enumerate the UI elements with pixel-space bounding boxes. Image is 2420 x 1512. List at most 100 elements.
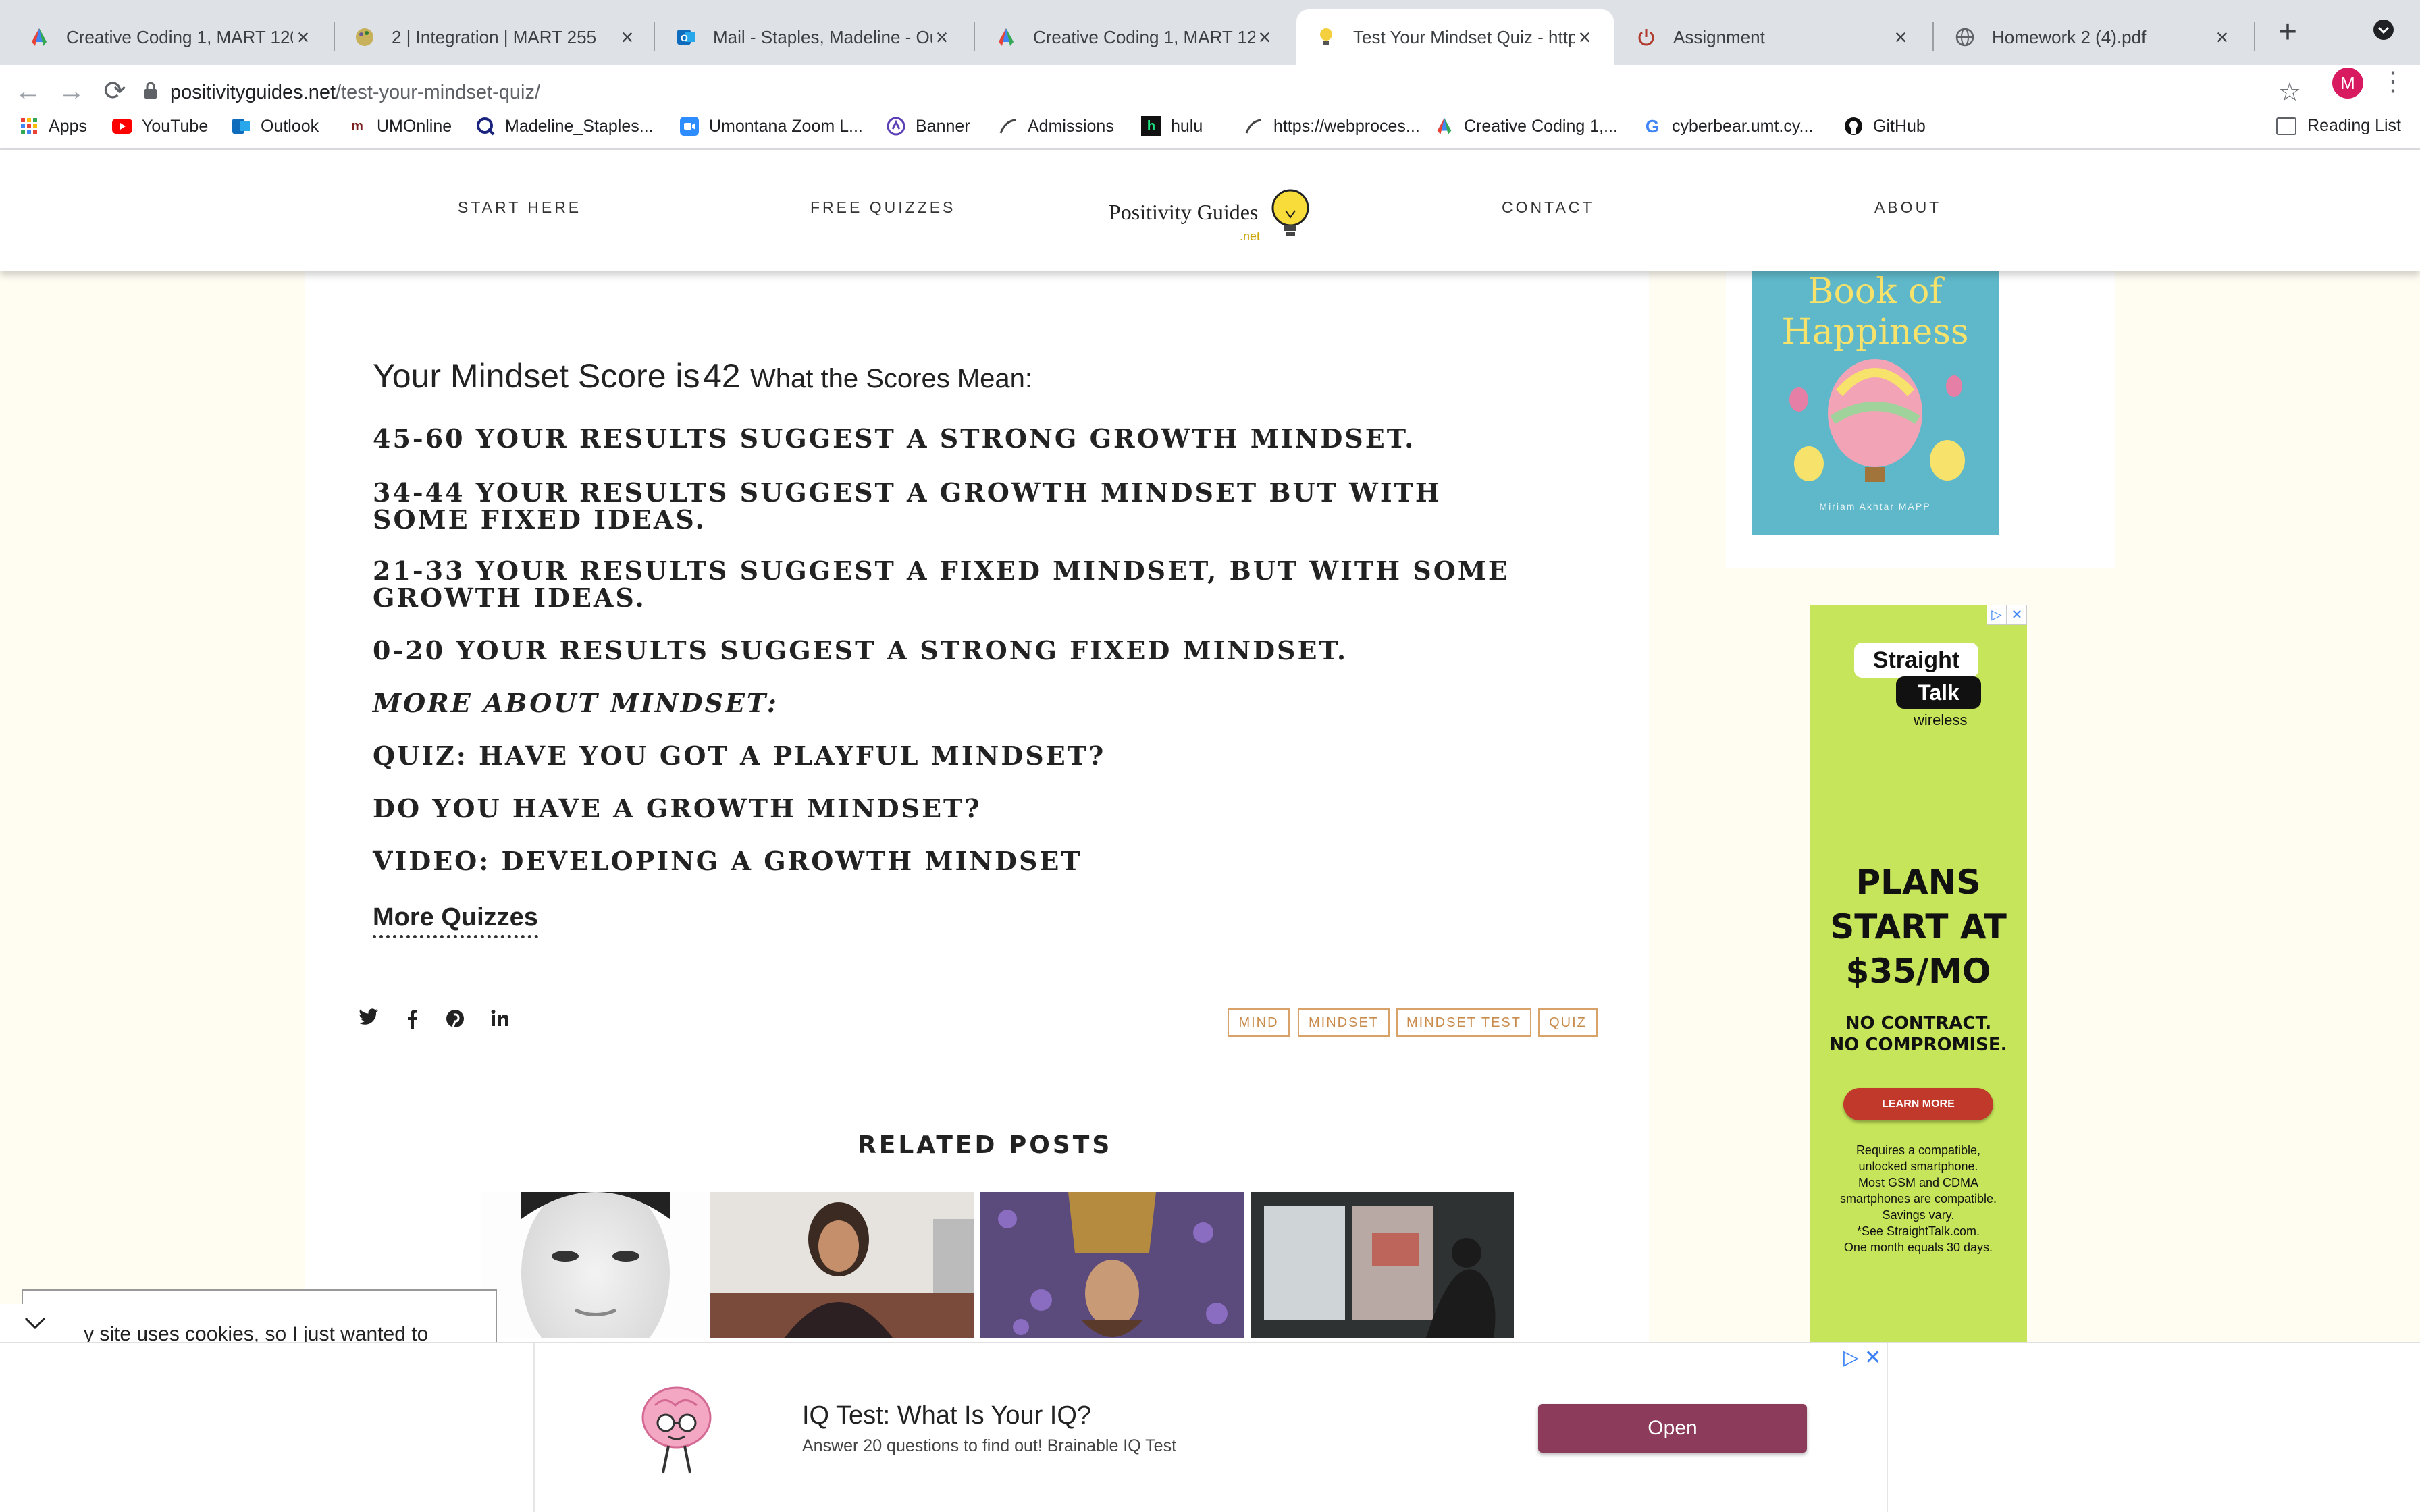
logo-suffix: .net <box>1240 230 1261 243</box>
chevron-down-icon[interactable] <box>0 1304 70 1345</box>
book-cover-image[interactable]: Book of Happiness Miriam Akhtar MAPP <box>1752 271 1999 535</box>
ad-close-icon[interactable]: ✕ <box>1864 1346 1881 1370</box>
bookmark-label: Madeline_Staples... <box>505 116 654 136</box>
youtube-icon <box>112 116 132 136</box>
brand-logo-bottom: Talk <box>1896 676 1981 709</box>
related-thumb-window[interactable] <box>1251 1192 1514 1338</box>
bookmark-label: YouTube <box>142 116 209 136</box>
bookmark-hulu[interactable]: h hulu <box>1141 116 1203 136</box>
related-thumb-lavender[interactable] <box>980 1192 1244 1338</box>
related-thumb-face[interactable] <box>481 1192 710 1338</box>
ad-choices-icon[interactable]: ▷ <box>1987 605 2007 625</box>
twitter-icon[interactable] <box>355 1008 382 1031</box>
new-tab-button[interactable]: + <box>2269 15 2307 53</box>
facebook-icon[interactable] <box>398 1008 425 1034</box>
reading-list-button[interactable]: Reading List <box>2276 116 2401 136</box>
learn-more-button[interactable]: LEARN MORE <box>1843 1088 1993 1120</box>
lightbulb-icon <box>1269 188 1311 245</box>
related-thumb-writing[interactable] <box>710 1192 974 1338</box>
nav-free-quizzes[interactable]: FREE QUIZZES <box>810 198 955 217</box>
globe-icon <box>1954 26 1976 48</box>
close-icon[interactable]: × <box>1575 25 1595 50</box>
bookmark-webprocess[interactable]: https://webproces... <box>1244 116 1420 136</box>
close-icon[interactable]: × <box>1891 25 1911 50</box>
logo-text: Positivity Guides <box>1109 200 1259 224</box>
tab-integration[interactable]: 2 | Integration | MART 255 × <box>335 9 656 65</box>
bookmark-apps[interactable]: Apps <box>19 116 87 136</box>
linkedin-icon[interactable] <box>486 1008 513 1033</box>
tag-mind[interactable]: MIND <box>1228 1008 1290 1037</box>
fine-print-line: Savings vary. <box>1882 1208 1955 1222</box>
straight-talk-ad[interactable]: ▷ ✕ Straight Talk wireless PLANS START A… <box>1810 605 2027 1343</box>
bookmark-youtube[interactable]: YouTube <box>112 116 208 136</box>
tab-homework-pdf[interactable]: Homework 2 (4).pdf × <box>1935 9 2251 65</box>
tab-mindset-quiz[interactable]: Test Your Mindset Quiz - https × <box>1296 9 1614 65</box>
tab-separator <box>1932 22 1934 51</box>
url-path: /test-your-mindset-quiz/ <box>336 81 541 103</box>
tag-mindset-test[interactable]: MINDSET TEST <box>1396 1008 1531 1037</box>
bookmark-label: UMOnline <box>377 116 452 136</box>
nav-contact[interactable]: CONTACT <box>1502 198 1594 217</box>
bookmark-github[interactable]: GitHub <box>1843 116 1926 136</box>
link-video-growth-mindset[interactable]: VIDEO: DEVELOPING A GROWTH MINDSET <box>373 848 1548 875</box>
tab-assignment[interactable]: Assignment × <box>1616 9 1930 65</box>
drive-multicolor-icon <box>28 26 50 48</box>
reload-button[interactable]: ⟳ <box>96 73 134 111</box>
tab-mail[interactable]: O Mail - Staples, Madeline - Outl × <box>656 9 971 65</box>
bookmark-banner[interactable]: Banner <box>886 116 970 136</box>
ad-headline: PLANS START AT $35/MO <box>1810 860 2027 994</box>
tab-creative-coding-2[interactable]: Creative Coding 1, MART 120 | × <box>976 9 1294 65</box>
bookmark-star-icon[interactable]: ☆ <box>2278 77 2301 107</box>
tab-title: Creative Coding 1, MART 120 | <box>1033 26 1255 47</box>
forward-button[interactable]: → <box>53 73 90 111</box>
tab-creative-coding-1[interactable]: Creative Coding 1, MART 120 | × <box>9 9 332 65</box>
bookmark-outlook[interactable]: Outlook <box>231 116 319 136</box>
profile-avatar[interactable]: M <box>2332 68 2363 99</box>
bookmark-creative-coding[interactable]: Creative Coding 1,... <box>1434 116 1618 136</box>
bookmark-label: Umontana Zoom L... <box>709 116 863 136</box>
tab-title: Homework 2 (4).pdf <box>1992 26 2147 47</box>
reading-list-label: Reading List <box>2307 116 2401 135</box>
bookmark-umonline[interactable]: m UMOnline <box>347 116 452 136</box>
close-icon[interactable]: × <box>1255 25 1275 50</box>
bookmark-label: GitHub <box>1873 116 1926 136</box>
close-icon[interactable]: × <box>617 25 637 50</box>
link-playful-mindset[interactable]: QUIZ: HAVE YOU GOT A PLAYFUL MINDSET? <box>373 742 1548 770</box>
tab-separator <box>974 22 975 51</box>
ad-choices[interactable]: ▷ ✕ <box>1987 605 2027 625</box>
tag-mindset[interactable]: MINDSET <box>1298 1008 1390 1037</box>
address-bar[interactable]: positivityguides.net/test-your-mindset-q… <box>143 74 2284 111</box>
pinterest-icon[interactable] <box>442 1008 469 1034</box>
nav-start-here[interactable]: START HERE <box>458 198 581 217</box>
fine-print-line: smartphones are compatible. <box>1839 1192 1997 1206</box>
close-icon[interactable]: × <box>2212 25 2232 50</box>
ad-sub-line: NO COMPROMISE. <box>1829 1035 2007 1055</box>
open-button[interactable]: Open <box>1538 1404 1807 1453</box>
link-growth-mindset[interactable]: DO YOU HAVE A GROWTH MINDSET? <box>373 795 1548 822</box>
bookmark-qualtrics[interactable]: Madeline_Staples... <box>475 116 654 136</box>
ad-close-icon[interactable]: ✕ <box>2007 605 2027 625</box>
tag-quiz[interactable]: QUIZ <box>1538 1008 1598 1037</box>
more-quizzes-link[interactable]: More Quizzes <box>373 903 538 938</box>
bottom-ad-choices[interactable]: ▷ ✕ <box>1843 1346 1881 1370</box>
score-label: Your Mindset Score is <box>373 357 700 395</box>
bookmark-label: Apps <box>49 116 87 136</box>
bookmark-zoom[interactable]: Umontana Zoom L... <box>679 116 863 136</box>
more-menu-icon[interactable]: ⋮ <box>2379 66 2406 97</box>
back-button[interactable]: ← <box>9 73 47 111</box>
tab-search-button[interactable] <box>2371 18 2396 47</box>
fine-print-line: unlocked smartphone. <box>1858 1160 1978 1173</box>
ad-sub-line: NO CONTRACT. <box>1845 1013 1992 1033</box>
result-range-1: 45-60 YOUR RESULTS SUGGEST A STRONG GROW… <box>373 423 1416 454</box>
ad-choices-icon[interactable]: ▷ <box>1843 1346 1859 1370</box>
balloons-illustration <box>1789 359 1965 482</box>
close-icon[interactable]: × <box>932 25 952 50</box>
drive-multicolor-icon <box>995 26 1017 48</box>
nav-about[interactable]: ABOUT <box>1874 198 1941 217</box>
ad-headline-line: START AT <box>1830 907 2007 946</box>
cookie-notice[interactable]: y site uses cookies, so I just wanted to <box>22 1289 497 1345</box>
bookmark-cyberbear[interactable]: G cyberbear.umt.cy... <box>1642 116 1813 136</box>
close-icon[interactable]: × <box>293 25 313 50</box>
bookmark-admissions[interactable]: Admissions <box>998 116 1114 136</box>
site-logo[interactable]: Positivity Guides .net <box>1107 182 1323 250</box>
